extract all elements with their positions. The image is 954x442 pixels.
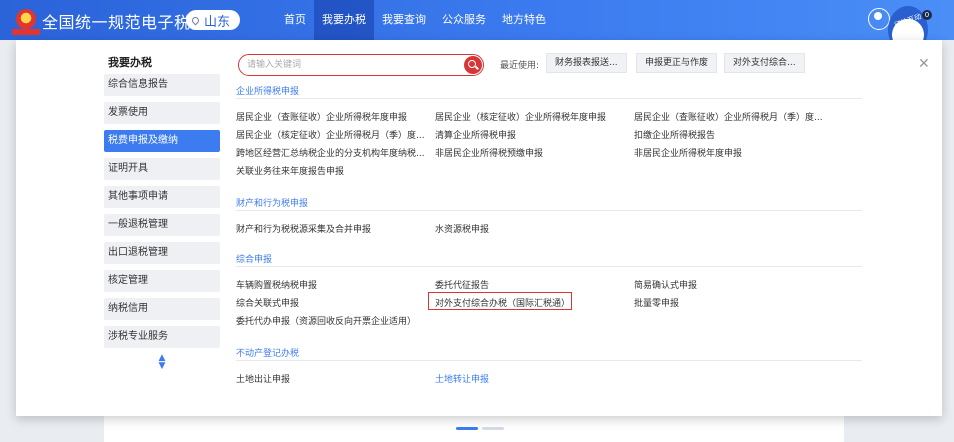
menu-link[interactable]: 扣缴企业所得税报告 [634,128,715,141]
carousel-dot-active[interactable] [456,427,478,430]
sidebar-item-invoice[interactable]: 发票使用 [104,102,220,124]
menu-link[interactable]: 水资源税申报 [435,222,489,235]
menu-link[interactable]: 土地出让申报 [236,372,290,385]
sidebar-item-tax-filing[interactable]: 税费申报及缴纳 [104,130,220,152]
notification-badge[interactable]: 0 [922,10,932,20]
sidebar-title: 我要办税 [108,56,152,69]
section-title-real-estate: 不动产登记办税 [236,349,300,359]
sidebar-item-other-request[interactable]: 其他事项申请 [104,186,220,208]
menu-link[interactable]: 财产和行为税税源采集及合并申报 [236,222,371,235]
sidebar-item-refund[interactable]: 一般退税管理 [104,214,220,236]
menu-link[interactable]: 居民企业（核定征收）企业所得税年度申报 [435,110,606,123]
menu-link[interactable]: 居民企业（查账征收）企业所得税月（季）度... [634,110,823,123]
region-selector[interactable]: 山东 [186,10,240,30]
main-nav: 首页 我要办税 我要查询 公众服务 地方特色 [276,0,554,40]
menu-link[interactable]: 车辆购置税纳税申报 [236,278,317,291]
recent-label: 最近使用: [500,61,540,71]
menu-link[interactable]: 关联业务往来年度报告申报 [236,164,344,177]
category-sidebar: 我要办税 综合信息报告 发票使用 税费申报及缴纳 证明开具 其他事项申请 一般退… [104,50,236,371]
menu-link[interactable]: 简易确认式申报 [634,278,697,291]
top-bar: 全国统一规范电子税务局 山东 首页 我要办税 我要查询 公众服务 地方特色 征纳… [0,0,954,54]
sidebar-item-info-report[interactable]: 综合信息报告 [104,74,220,96]
nav-local-features[interactable]: 地方特色 [494,0,554,40]
recent-chip-payment[interactable]: 对外支付综合... [724,53,805,73]
region-label: 山东 [204,14,231,30]
menu-link[interactable]: 委托代办申报（资源回收反向开票企业适用） [236,314,416,327]
search-icon[interactable] [464,56,482,74]
divider [236,210,862,211]
scroll-arrows-icon[interactable]: ▲ ▼ [104,354,220,371]
section-title-comprehensive: 综合申报 [236,255,273,265]
close-icon[interactable]: ✕ [918,56,930,72]
divider [236,360,862,361]
menu-link[interactable]: 居民企业（查账征收）企业所得税年度申报 [236,110,407,123]
section-title-cit: 企业所得税申报 [236,87,300,97]
user-avatar-icon[interactable] [868,8,890,30]
menu-link[interactable]: 非居民企业所得税预缴申报 [435,146,543,159]
menu-link[interactable]: 非居民企业所得税年度申报 [634,146,742,159]
recent-chip-correction[interactable]: 申报更正与作废 [636,53,718,73]
menu-link[interactable]: 委托代征报告 [435,278,489,291]
menu-link[interactable]: 批量零申报 [634,296,679,309]
nav-query[interactable]: 我要查询 [374,0,434,40]
sidebar-item-credit[interactable]: 纳税信用 [104,298,220,320]
menu-link[interactable]: 居民企业（核定征收）企业所得税月（季）度... [236,128,425,141]
search-input[interactable] [247,58,447,72]
sidebar-item-export-refund[interactable]: 出口退税管理 [104,242,220,264]
menu-link-outbound-payment[interactable]: 对外支付综合办税（国际汇税通） [435,296,570,309]
carousel-dot[interactable] [482,427,504,430]
emblem-ribbon [12,29,40,35]
menu-link[interactable]: 跨地区经营汇总纳税企业的分支机构年度纳税... [236,146,425,159]
nav-tax-handling[interactable]: 我要办税 [314,0,374,40]
carousel-indicator [456,427,504,430]
sidebar-item-professional[interactable]: 涉税专业服务 [104,326,220,348]
sidebar-item-assessment[interactable]: 核定管理 [104,270,220,292]
location-pin-icon [190,15,201,25]
menu-link[interactable]: 土地转让申报 [435,372,489,385]
nav-public-service[interactable]: 公众服务 [434,0,494,40]
divider [236,266,862,267]
search-box [238,54,484,76]
section-title-property: 财产和行为税申报 [236,199,309,209]
divider [236,98,862,99]
tax-emblem-icon [16,9,36,29]
nav-home[interactable]: 首页 [276,0,314,40]
menu-link[interactable]: 综合关联式申报 [236,296,299,309]
sidebar-item-certificate[interactable]: 证明开具 [104,158,220,180]
recent-chip-financial[interactable]: 财务报表报送... [546,53,627,73]
menu-panel: 我要办税 综合信息报告 发票使用 税费申报及缴纳 证明开具 其他事项申请 一般退… [16,40,942,416]
menu-link[interactable]: 清算企业所得税申报 [435,128,516,141]
